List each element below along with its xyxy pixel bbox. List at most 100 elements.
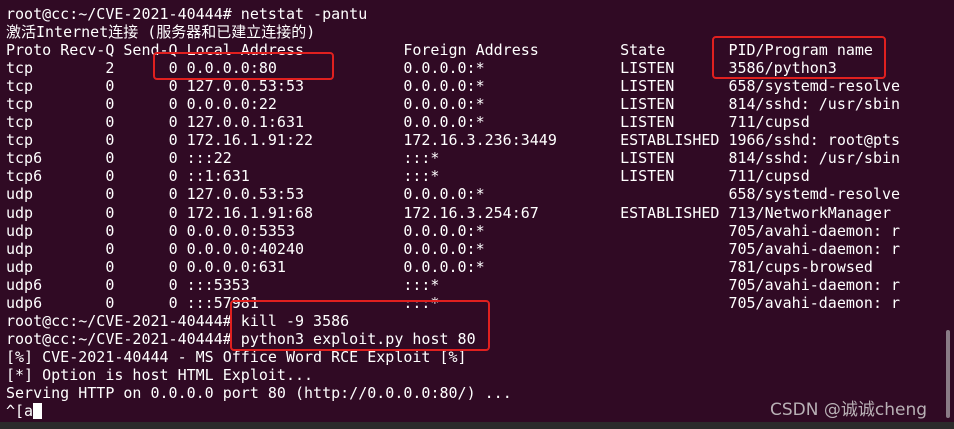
local-address-cell: :::5353 [186, 275, 250, 294]
table-row: udp 0 0 0.0.0.0:40240 0.0.0.0:* 705/avahi-dae… [6, 240, 936, 258]
highlight-box-pid [712, 36, 886, 79]
proto-cell: tcp [6, 113, 34, 132]
recv-q-cell: 0 [105, 113, 115, 132]
table-row: tcp6 0 0::1:631:::* LISTEN 711/cupsd [6, 167, 936, 185]
foreign-address-cell: 0.0.0.0:* [403, 113, 485, 132]
recv-q-cell: 0 [105, 167, 115, 186]
pid-program-cell: 1966/sshd: root@pts [728, 131, 901, 150]
recv-q-cell: 0 [105, 293, 115, 312]
recv-q-cell: 0 [105, 203, 115, 222]
highlight-box-commands [230, 300, 490, 351]
recv-q-cell: 0 [105, 149, 115, 168]
pid-program-cell: 781/cups-browsed [728, 257, 873, 276]
local-address-cell: 0.0.0.0:22 [186, 95, 277, 114]
recv-q-cell: Recv-Q [60, 41, 115, 59]
proto-cell: tcp6 [6, 167, 43, 186]
proto-cell: tcp [6, 77, 34, 96]
prompt: root@cc:~/CVE-2021-40444# [6, 330, 232, 348]
pid-program-cell: 705/avahi-daemon: r [728, 293, 901, 312]
local-address-cell: 172.16.1.91:22 [186, 131, 314, 150]
table-row: tcp 0 0 127.0.0.1:631 0.0.0.0:* LISTEN 711/cup… [6, 113, 936, 131]
proto-cell: tcp [6, 131, 34, 150]
send-q-cell: 0 [168, 95, 178, 114]
table-row: udp 0 0 127.0.0.53:53 0.0.0.0:* 658/systemd-r… [6, 185, 936, 203]
typed-input: ^[a [6, 402, 34, 420]
pid-program-cell: 814/sshd: /usr/sbin [728, 95, 901, 114]
state-cell: LISTEN [620, 59, 675, 77]
command-netstat: netstat -pantu [231, 5, 368, 23]
scrollbar[interactable] [946, 330, 950, 418]
table-row: udp 0 0 0.0.0.0:631 0.0.0.0:* 781/cups-browse… [6, 258, 936, 276]
table-row: udp 0 0 0.0.0.0:5353 0.0.0.0:* 705/avahi-daem… [6, 222, 936, 240]
output-line: [*] Option is host HTML Exploit... [6, 366, 314, 384]
proto-cell: tcp [6, 95, 34, 114]
send-q-cell: 0 [168, 239, 178, 258]
send-q-cell: 0 [168, 293, 178, 312]
pid-program-cell: 705/avahi-daemon: r [728, 239, 901, 258]
send-q-cell: 0 [168, 275, 178, 294]
pid-program-cell: 705/avahi-daemon: r [728, 275, 901, 294]
send-q-cell: 0 [168, 167, 178, 186]
recv-q-cell: 0 [105, 95, 115, 114]
pid-program-cell: 713/NetworkManager [728, 203, 892, 222]
proto-cell: udp [6, 203, 34, 222]
highlight-box-local-address [153, 52, 334, 80]
cursor [33, 403, 43, 419]
state-cell: LISTEN [620, 149, 675, 168]
foreign-address-cell: :::* [403, 167, 440, 186]
state-cell: LISTEN [620, 95, 675, 114]
state-cell: LISTEN [620, 77, 675, 96]
local-address-cell: 0.0.0.0:40240 [186, 239, 305, 258]
proto-cell: udp [6, 257, 34, 276]
local-address-cell: 172.16.1.91:68 [186, 203, 314, 222]
recv-q-cell: 0 [105, 131, 115, 150]
foreign-address-cell: 172.16.3.254:67 [403, 203, 539, 222]
send-q-cell: 0 [168, 203, 178, 222]
input-line[interactable]: ^[a [6, 402, 43, 420]
watermark: CSDN @诚诚cheng [770, 400, 928, 420]
foreign-address-cell: 0.0.0.0:* [403, 257, 485, 276]
pid-program-cell: 711/cupsd [728, 167, 810, 186]
pid-program-cell: 814/sshd: /usr/sbin [728, 149, 901, 168]
local-address-cell: :::22 [186, 149, 232, 168]
pid-program-cell: 658/systemd-resolve [728, 185, 901, 204]
pid-program-cell: 658/systemd-resolve [728, 77, 901, 96]
proto-cell: tcp [6, 59, 34, 77]
foreign-address-cell: 172.16.3.236:3449 [403, 131, 557, 150]
local-address-cell: 0.0.0.0:5353 [186, 221, 295, 240]
local-address-cell: 127.0.0.1:631 [186, 113, 305, 132]
state-cell: State [620, 41, 666, 59]
output-line: Serving HTTP on 0.0.0.0 port 80 (http://… [6, 384, 512, 402]
state-cell: ESTABLISHED [620, 203, 720, 222]
recv-q-cell: 0 [105, 77, 115, 96]
local-address-cell: 0.0.0.0:631 [186, 257, 286, 276]
recv-q-cell: 0 [105, 257, 115, 276]
foreign-address-cell: 0.0.0.0:* [403, 239, 485, 258]
prompt: root@cc:~/CVE-2021-40444# [6, 312, 232, 330]
proto-cell: Proto [6, 41, 52, 59]
state-cell: LISTEN [620, 167, 675, 186]
state-cell: ESTABLISHED [620, 131, 720, 150]
pid-program-cell: 711/cupsd [728, 113, 810, 132]
local-address-cell: 127.0.0.53:53 [186, 185, 305, 204]
window-bottom-edge [0, 422, 954, 429]
foreign-address-cell: :::* [403, 275, 440, 294]
proto-cell: udp [6, 221, 34, 240]
recv-q-cell: 2 [105, 59, 115, 77]
proto-cell: udp6 [6, 293, 43, 312]
foreign-address-cell: 0.0.0.0:* [403, 77, 485, 96]
proto-cell: udp [6, 239, 34, 258]
foreign-address-cell: 0.0.0.0:* [403, 95, 485, 114]
netstat-title: 激活Internet连接 (服务器和已建立连接的) [6, 23, 316, 41]
local-address-cell: ::1:631 [186, 167, 250, 186]
prompt-line-netstat: root@cc:~/CVE-2021-40444# netstat -pantu [6, 5, 367, 23]
send-q-cell: 0 [168, 185, 178, 204]
send-q-cell: 0 [168, 257, 178, 276]
proto-cell: tcp6 [6, 149, 43, 168]
table-row: tcp 0 0 172.16.1.91:22 172.16.3.236:3449 ESTA… [6, 131, 936, 149]
send-q-cell: 0 [168, 221, 178, 240]
prompt: root@cc:~/CVE-2021-40444# [6, 5, 232, 23]
pid-program-cell: 705/avahi-daemon: r [728, 221, 901, 240]
recv-q-cell: 0 [105, 221, 115, 240]
recv-q-cell: 0 [105, 239, 115, 258]
